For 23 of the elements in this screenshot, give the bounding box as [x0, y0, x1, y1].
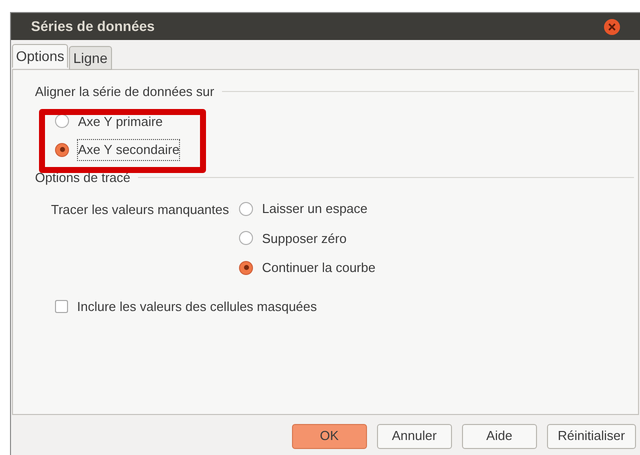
radio-label: Axe Y secondaire: [78, 140, 180, 160]
dialog-button[interactable]: Annuler: [376, 424, 452, 448]
radio-button[interactable]: [239, 202, 253, 216]
radio-label: Supposer zéro: [262, 230, 347, 248]
radio-button[interactable]: [239, 231, 253, 246]
close-icon[interactable]: [604, 18, 620, 34]
ok-button[interactable]: OK: [292, 424, 367, 448]
radio-button[interactable]: [55, 114, 69, 128]
dialog-button[interactable]: Aide: [462, 424, 537, 448]
section-heading: Aligner la série de données sur: [35, 83, 214, 101]
radio-label: Laisser un espace: [262, 200, 368, 218]
tab[interactable]: Options: [12, 44, 68, 68]
dialog-button[interactable]: Réinitialiser: [546, 424, 636, 448]
radio-label: Axe Y primaire: [78, 112, 163, 131]
checkbox[interactable]: [55, 300, 68, 313]
section-heading: Options de tracé: [35, 168, 130, 187]
radio-label: Continuer la courbe: [262, 259, 376, 277]
field-label: Tracer les valeurs manquantes: [51, 201, 229, 219]
checkbox-label: Inclure les valeurs des cellules masquées: [77, 298, 317, 316]
radio-button[interactable]: [239, 260, 253, 275]
tab[interactable]: Ligne: [69, 46, 112, 70]
radio-button[interactable]: [55, 142, 69, 157]
window-title: Séries de données: [31, 17, 155, 36]
